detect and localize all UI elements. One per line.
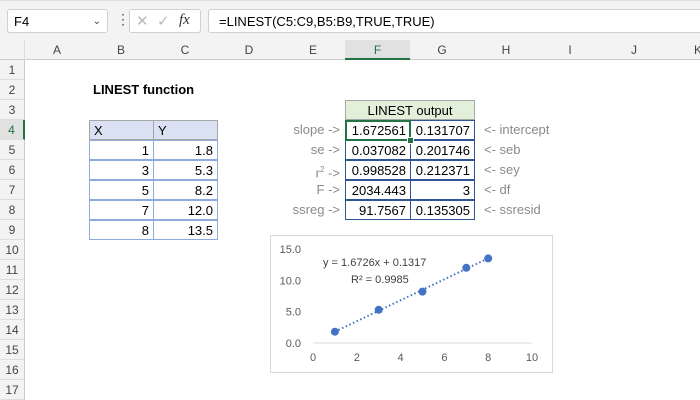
column-header-G[interactable]: G bbox=[410, 40, 475, 60]
fill-handle[interactable] bbox=[407, 137, 414, 144]
left-label[interactable]: F -> bbox=[281, 180, 344, 200]
row-header-3[interactable]: 3 bbox=[0, 100, 25, 120]
row-header-17[interactable]: 17 bbox=[0, 380, 25, 400]
x-tick-label: 8 bbox=[485, 352, 491, 364]
table-cell[interactable]: 8.2 bbox=[153, 180, 218, 200]
chart-svg: 0 2 4 6 8 10 0.0 5.0 10.0 15.0 y = 1.6726x + 0.131… bbox=[280, 244, 539, 364]
table-header-X[interactable]: X bbox=[89, 120, 154, 140]
table-header-Y[interactable]: Y bbox=[153, 120, 218, 140]
column-header-K[interactable]: K bbox=[666, 40, 700, 60]
left-label[interactable]: slope -> bbox=[281, 120, 344, 140]
column-header-J[interactable]: J bbox=[602, 40, 667, 60]
formula-buttons: ✕ ✓ fx bbox=[129, 9, 201, 33]
row-header-4[interactable]: 4 bbox=[0, 120, 25, 140]
output-cell[interactable]: 0.212371 bbox=[410, 160, 475, 180]
output-cell[interactable]: 3 bbox=[410, 180, 475, 200]
name-box[interactable]: F4 ⌄ bbox=[7, 9, 108, 33]
y-tick-label: 0.0 bbox=[286, 338, 301, 350]
table-cell[interactable]: 1.8 bbox=[153, 140, 218, 160]
output-cell[interactable]: 0.135305 bbox=[410, 200, 475, 220]
output-cell[interactable]: 0.131707 bbox=[410, 120, 475, 140]
trendline-equation: y = 1.6726x + 0.1317 bbox=[323, 257, 426, 269]
row-header-12[interactable]: 12 bbox=[0, 280, 25, 300]
row-header-9[interactable]: 9 bbox=[0, 220, 25, 240]
left-label[interactable]: r2 -> bbox=[281, 160, 344, 180]
fx-icon[interactable]: fx bbox=[179, 12, 190, 29]
data-point bbox=[484, 254, 493, 263]
chevron-down-icon[interactable]: ⌄ bbox=[93, 10, 101, 34]
row-header-1[interactable]: 1 bbox=[0, 60, 25, 80]
select-all-corner[interactable] bbox=[0, 40, 25, 60]
row-header-2[interactable]: 2 bbox=[0, 80, 25, 100]
left-label[interactable]: se -> bbox=[281, 140, 344, 160]
right-label[interactable]: <- intercept bbox=[480, 120, 590, 140]
x-tick-label: 6 bbox=[441, 352, 447, 364]
row-header-13[interactable]: 13 bbox=[0, 300, 25, 320]
column-header-F[interactable]: F bbox=[345, 40, 411, 60]
x-tick-label: 4 bbox=[398, 352, 404, 364]
table-cell[interactable]: 5.3 bbox=[153, 160, 218, 180]
y-tick-label: 15.0 bbox=[280, 244, 301, 256]
column-header-H[interactable]: H bbox=[474, 40, 539, 60]
x-tick-label: 2 bbox=[354, 352, 360, 364]
row-header-15[interactable]: 15 bbox=[0, 340, 25, 360]
enter-icon[interactable]: ✓ bbox=[157, 12, 170, 30]
table-cell[interactable]: 7 bbox=[89, 200, 154, 220]
output-cell[interactable]: 91.7567 bbox=[345, 200, 411, 220]
table-cell[interactable]: 8 bbox=[89, 220, 154, 240]
row-header-14[interactable]: 14 bbox=[0, 320, 25, 340]
left-label[interactable]: ssreg -> bbox=[281, 200, 344, 220]
formula-bar-area: F4 ⌄ ⋮ ✕ ✓ fx =LINEST(C5:C9,B5:B9,TRUE,TR… bbox=[0, 0, 700, 41]
output-header[interactable]: LINEST output bbox=[345, 100, 475, 120]
scatter-chart[interactable]: 0 2 4 6 8 10 0.0 5.0 10.0 15.0 y = 1.6726x + 0.131… bbox=[270, 235, 553, 373]
data-point bbox=[374, 305, 383, 314]
cancel-icon[interactable]: ✕ bbox=[136, 12, 149, 30]
more-options-icon[interactable]: ⋮ bbox=[116, 11, 130, 28]
output-cell[interactable]: 0.037082 bbox=[345, 140, 411, 160]
output-cell[interactable]: 2034.443 bbox=[345, 180, 411, 200]
row-header-10[interactable]: 10 bbox=[0, 240, 25, 260]
data-point bbox=[462, 263, 471, 272]
column-header-I[interactable]: I bbox=[538, 40, 603, 60]
right-label[interactable]: <- ssresid bbox=[480, 200, 590, 220]
column-header-E[interactable]: E bbox=[281, 40, 346, 60]
table-cell[interactable]: 1 bbox=[89, 140, 154, 160]
arrow: -> bbox=[324, 165, 340, 181]
column-header-B[interactable]: B bbox=[89, 40, 154, 60]
data-point bbox=[418, 287, 427, 296]
column-header-D[interactable]: D bbox=[217, 40, 282, 60]
row-header-6[interactable]: 6 bbox=[0, 160, 25, 180]
r-squared-label: R² = 0.9985 bbox=[351, 274, 409, 286]
sheet-title[interactable]: LINEST function bbox=[89, 80, 289, 100]
row-header-16[interactable]: 16 bbox=[0, 360, 25, 380]
column-header-A[interactable]: A bbox=[25, 40, 90, 60]
table-cell[interactable]: 13.5 bbox=[153, 220, 218, 240]
active-cell-selection[interactable] bbox=[345, 120, 411, 141]
right-label[interactable]: <- seb bbox=[480, 140, 590, 160]
row-header-8[interactable]: 8 bbox=[0, 200, 25, 220]
data-point bbox=[330, 327, 339, 336]
right-label[interactable]: <- df bbox=[480, 180, 590, 200]
formula-input[interactable]: =LINEST(C5:C9,B5:B9,TRUE,TRUE) bbox=[208, 9, 700, 33]
right-label[interactable]: <- sey bbox=[480, 160, 590, 180]
table-cell[interactable]: 12.0 bbox=[153, 200, 218, 220]
y-tick-label: 5.0 bbox=[286, 307, 301, 319]
y-tick-label: 10.0 bbox=[280, 275, 301, 287]
x-tick-label: 0 bbox=[310, 352, 316, 364]
table-cell[interactable]: 5 bbox=[89, 180, 154, 200]
row-header-7[interactable]: 7 bbox=[0, 180, 25, 200]
row-header-11[interactable]: 11 bbox=[0, 260, 25, 280]
name-box-value: F4 bbox=[14, 14, 30, 29]
output-cell[interactable]: 0.201746 bbox=[410, 140, 475, 160]
column-header-C[interactable]: C bbox=[153, 40, 218, 60]
row-header-5[interactable]: 5 bbox=[0, 140, 25, 160]
output-cell[interactable]: 0.998528 bbox=[345, 160, 411, 180]
x-tick-label: 10 bbox=[526, 352, 538, 364]
table-cell[interactable]: 3 bbox=[89, 160, 154, 180]
